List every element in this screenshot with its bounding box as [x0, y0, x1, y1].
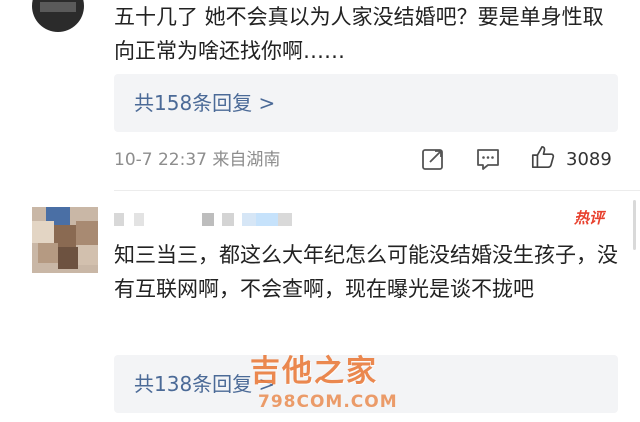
share-icon[interactable] — [420, 146, 446, 172]
replies-count-label: 共158条回复 > — [134, 91, 276, 115]
comment-location: 来自湖南 — [212, 150, 281, 170]
scrollbar[interactable] — [633, 200, 636, 250]
avatar[interactable] — [32, 0, 84, 32]
comment-text: 知三当三，都这么大年纪怎么可能没结婚没生孩子，没有互联网啊，不会查啊，现在曝光是… — [114, 243, 618, 301]
like-count: 3089 — [566, 149, 612, 170]
comment-icon[interactable] — [475, 146, 501, 172]
watermark-site: 798COM.COM — [258, 392, 398, 412]
comment-meta: 10-7 22:37 来自湖南 — [114, 148, 280, 172]
watermark-name: 吉他之家 — [250, 354, 378, 389]
username[interactable] — [114, 213, 304, 229]
comment-text: 五十几了 她不会真以为人家没结婚吧？要是单身性取向正常为啥还找你啊…… — [114, 5, 604, 63]
divider — [114, 190, 640, 191]
replies-link[interactable]: 共158条回复 > — [114, 74, 618, 132]
comment-date: 10-7 22:37 — [114, 150, 207, 170]
hot-comment-badge: 热评 — [574, 209, 605, 227]
avatar[interactable] — [32, 207, 98, 273]
thumbs-up-icon[interactable] — [530, 144, 556, 170]
